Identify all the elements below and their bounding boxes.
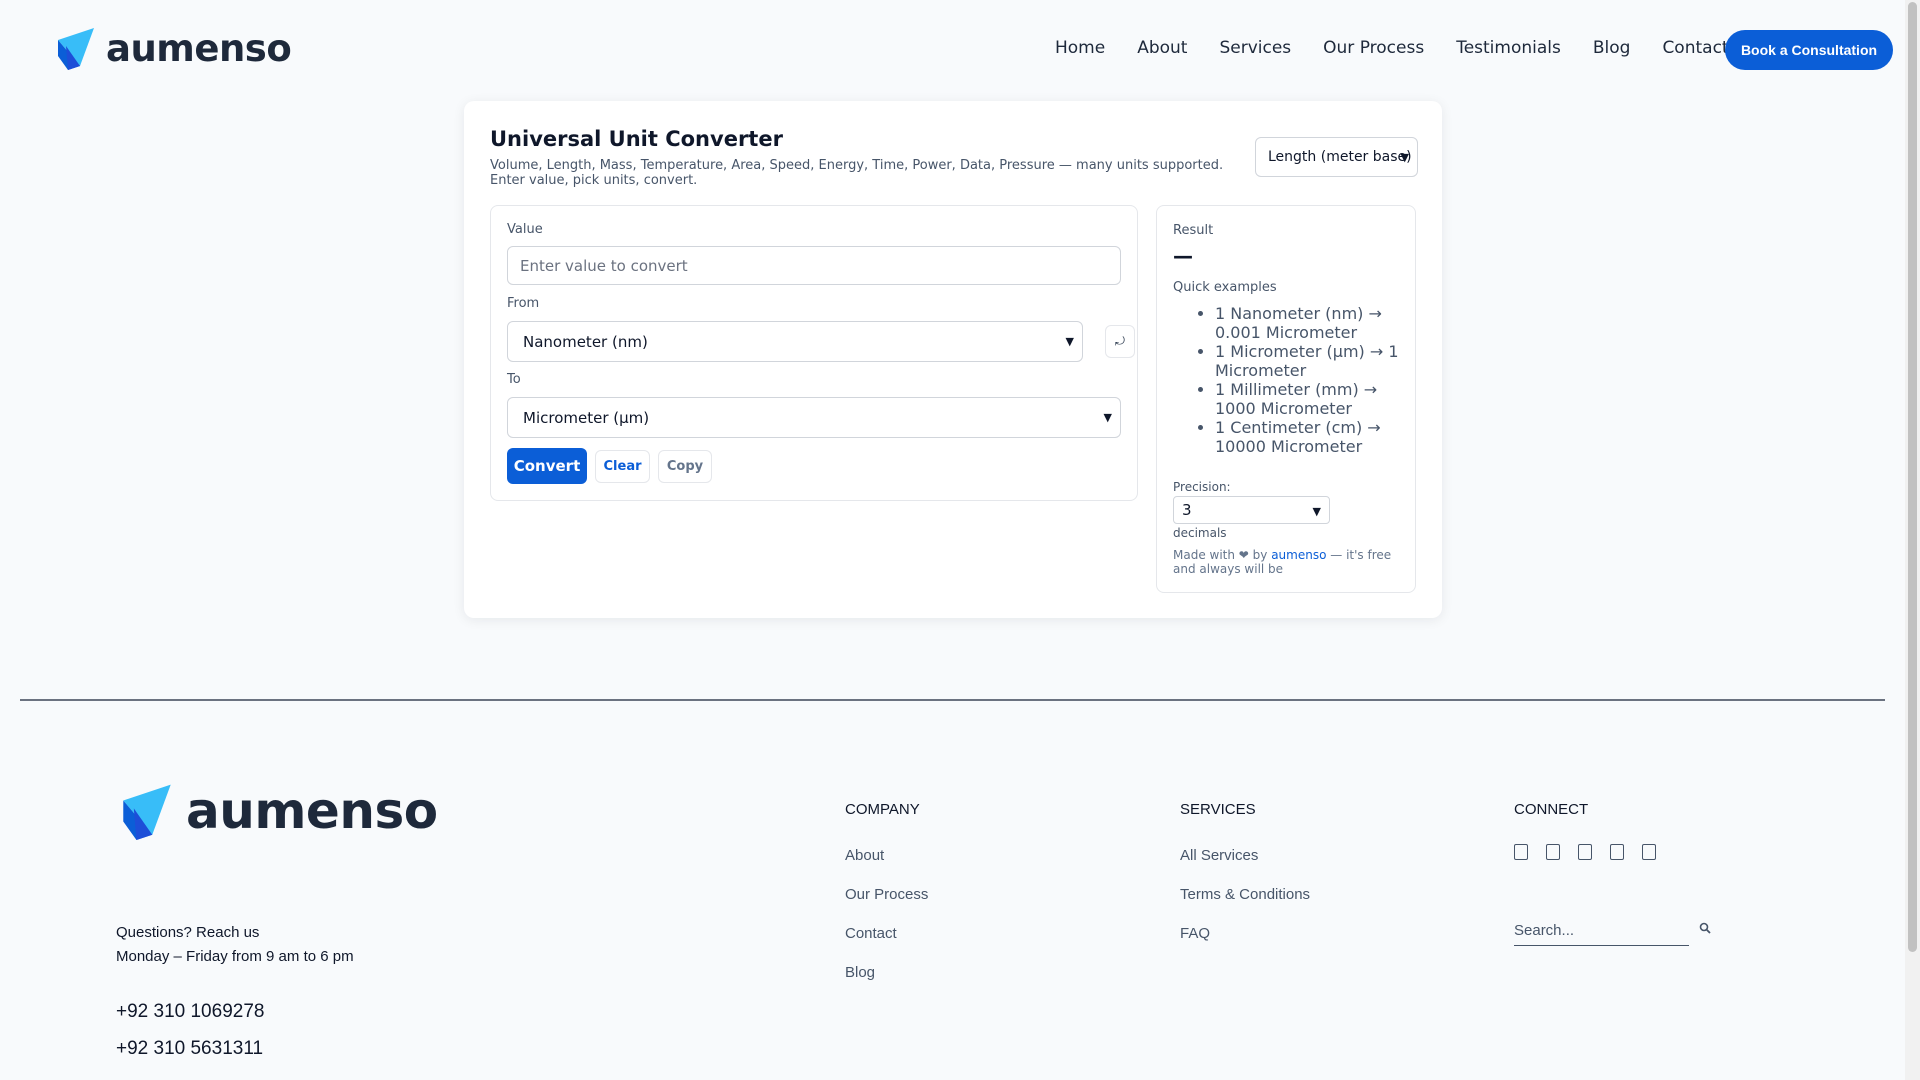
footer-link-blog[interactable]: Blog bbox=[845, 964, 875, 981]
connect-heading: CONNECT bbox=[1514, 801, 1589, 818]
value-label: Value bbox=[507, 222, 543, 237]
result-panel: Result — Quick examples 1 Nanometer (nm)… bbox=[1156, 205, 1416, 593]
from-unit-select[interactable]: Nanometer (nm) ▼ bbox=[507, 321, 1083, 362]
logo[interactable]: aumenso bbox=[54, 26, 292, 70]
example-item: 1 Centimeter (cm) → 10000 Micrometer bbox=[1215, 418, 1405, 456]
scrollbar-thumb[interactable] bbox=[1908, 2, 1917, 952]
swap-icon: ⤾ bbox=[1115, 334, 1125, 348]
converter-title: Universal Unit Converter bbox=[490, 127, 783, 151]
footer-logo[interactable]: aumenso bbox=[118, 782, 438, 840]
nav-contact[interactable]: Contact bbox=[1662, 38, 1728, 58]
nav-our-process[interactable]: Our Process bbox=[1323, 38, 1424, 58]
footer-question: Questions? Reach us bbox=[116, 924, 260, 941]
footer-search-input[interactable]: Search... bbox=[1514, 920, 1689, 946]
clear-button[interactable]: Clear bbox=[595, 450, 650, 483]
category-select[interactable]: Length (meter base) ▼ bbox=[1255, 137, 1418, 177]
chevron-down-icon: ▼ bbox=[1400, 151, 1409, 164]
linkedin-icon[interactable] bbox=[1610, 844, 1624, 860]
footer-link-contact[interactable]: Contact bbox=[845, 925, 897, 942]
precision-value: 3 bbox=[1182, 501, 1192, 519]
to-label: To bbox=[507, 372, 521, 387]
footer-phone-1[interactable]: +92 310 1069278 bbox=[116, 1001, 264, 1023]
facebook-icon[interactable] bbox=[1514, 844, 1528, 860]
copy-button[interactable]: Copy bbox=[658, 450, 712, 483]
chevron-down-icon: ▼ bbox=[1312, 505, 1321, 518]
example-item: 1 Millimeter (mm) → 1000 Micrometer bbox=[1215, 380, 1405, 418]
converter-form: Value Enter value to convert From Nanome… bbox=[490, 205, 1138, 501]
footer-link-terms[interactable]: Terms & Conditions bbox=[1180, 886, 1310, 903]
converter-card: Universal Unit Converter Volume, Length,… bbox=[464, 101, 1442, 618]
nav-home[interactable]: Home bbox=[1055, 38, 1105, 58]
converter-subtitle: Volume, Length, Mass, Temperature, Area,… bbox=[490, 158, 1224, 188]
to-unit-select[interactable]: Micrometer (µm) ▼ bbox=[507, 397, 1121, 438]
quick-examples-list: 1 Nanometer (nm) → 0.001 Micrometer 1 Mi… bbox=[1215, 304, 1405, 456]
book-consultation-button[interactable]: Book a Consultation bbox=[1725, 30, 1893, 70]
swap-units-button[interactable]: ⤾ bbox=[1105, 325, 1135, 358]
footer-link-all-services[interactable]: All Services bbox=[1180, 847, 1258, 864]
main-nav: Home About Services Our Process Testimon… bbox=[1055, 38, 1761, 58]
result-value: — bbox=[1173, 244, 1193, 268]
result-label: Result bbox=[1173, 223, 1214, 238]
footer-search-placeholder: Search... bbox=[1514, 922, 1575, 939]
footer-link-about[interactable]: About bbox=[845, 847, 884, 864]
decimals-label: decimals bbox=[1173, 526, 1227, 540]
made-with-note: Made with ❤ by aumenso — it's free and a… bbox=[1173, 548, 1403, 576]
value-input-placeholder: Enter value to convert bbox=[520, 256, 688, 275]
youtube-icon[interactable] bbox=[1642, 844, 1656, 860]
example-item: 1 Micrometer (µm) → 1 Micrometer bbox=[1215, 342, 1405, 380]
services-heading: SERVICES bbox=[1180, 801, 1256, 818]
twitter-icon[interactable] bbox=[1546, 844, 1560, 860]
made-brand-link[interactable]: aumenso bbox=[1271, 548, 1326, 562]
site-header: aumenso Home About Services Our Process … bbox=[0, 0, 1905, 100]
search-icon[interactable] bbox=[1699, 922, 1711, 938]
nav-services[interactable]: Services bbox=[1219, 38, 1291, 58]
value-input[interactable]: Enter value to convert bbox=[507, 246, 1121, 285]
precision-label: Precision: bbox=[1173, 480, 1231, 494]
instagram-icon[interactable] bbox=[1578, 844, 1592, 860]
made-prefix: Made with ❤ by bbox=[1173, 548, 1272, 562]
from-label: From bbox=[507, 296, 540, 311]
from-unit-value: Nanometer (nm) bbox=[523, 332, 648, 351]
footer-divider bbox=[20, 699, 1885, 701]
footer-hours: Monday – Friday from 9 am to 6 pm bbox=[116, 948, 354, 965]
logo-mark-icon bbox=[58, 28, 94, 70]
footer-phone-2[interactable]: +92 310 5631311 bbox=[116, 1038, 263, 1060]
nav-testimonials[interactable]: Testimonials bbox=[1456, 38, 1561, 58]
to-unit-value: Micrometer (µm) bbox=[523, 408, 650, 427]
example-item: 1 Nanometer (nm) → 0.001 Micrometer bbox=[1215, 304, 1405, 342]
footer-logo-text: aumenso bbox=[186, 782, 438, 840]
nav-about[interactable]: About bbox=[1137, 38, 1187, 58]
category-select-value: Length (meter base) bbox=[1268, 149, 1412, 165]
convert-button[interactable]: Convert bbox=[507, 448, 587, 484]
logo-text: aumenso bbox=[106, 26, 292, 70]
chevron-down-icon: ▼ bbox=[1103, 411, 1112, 424]
nav-blog[interactable]: Blog bbox=[1593, 38, 1631, 58]
precision-select[interactable]: 3 ▼ bbox=[1173, 496, 1330, 524]
footer-link-our-process[interactable]: Our Process bbox=[845, 886, 928, 903]
quick-examples-label: Quick examples bbox=[1173, 280, 1277, 295]
company-heading: COMPANY bbox=[845, 801, 920, 818]
page-scrollbar[interactable] bbox=[1905, 0, 1920, 1080]
chevron-down-icon: ▼ bbox=[1065, 335, 1074, 348]
footer-link-faq[interactable]: FAQ bbox=[1180, 925, 1210, 942]
logo-mark-icon bbox=[123, 784, 171, 840]
